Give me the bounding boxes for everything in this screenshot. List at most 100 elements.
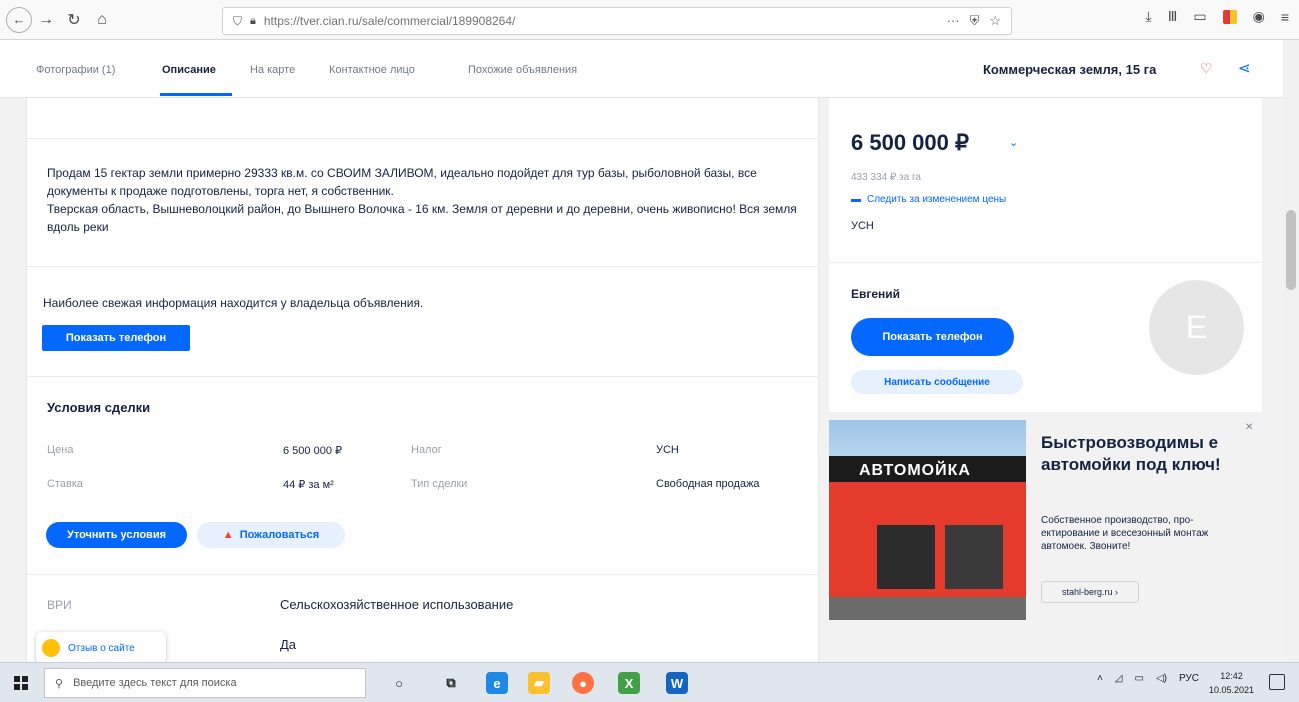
- active-tab-indicator: [160, 93, 232, 96]
- deal-terms-title: Условия сделки: [47, 400, 151, 415]
- windows-taskbar: ⚲ Введите здесь текст для поиска ○ ⧉ e ▰…: [0, 662, 1299, 702]
- search-placeholder: Введите здесь текст для поиска: [73, 677, 237, 689]
- feedback-label: Отзыв о сайте: [68, 642, 135, 654]
- show-phone-button-sidebar[interactable]: Показать телефон: [851, 318, 1014, 356]
- listing-main-card: Продам 15 гектар земли примерно 29333 кв…: [26, 98, 819, 662]
- volume-icon[interactable]: ◁): [1156, 673, 1167, 684]
- write-message-button[interactable]: Написать сообщение: [851, 370, 1023, 394]
- divider: [27, 138, 818, 139]
- contact-name: Евгений: [851, 287, 901, 301]
- tab-similar[interactable]: Похожие объявления: [468, 64, 577, 76]
- clock-date: 10.05.2021: [1208, 685, 1254, 695]
- firefox-icon[interactable]: ●: [572, 672, 594, 694]
- clock-time: 12:42: [1220, 671, 1243, 681]
- reload-button[interactable]: ↻: [60, 6, 88, 34]
- cortana-icon[interactable]: ○: [388, 672, 410, 694]
- address-bar[interactable]: ⛉ 🔒︎ https://tver.cian.ru/sale/commercia…: [222, 7, 1012, 35]
- file-explorer-icon[interactable]: ▰: [528, 672, 550, 694]
- home-button[interactable]: ⌂: [88, 6, 116, 34]
- download-icon[interactable]: ⤓: [1146, 8, 1152, 25]
- tab-description[interactable]: Описание: [162, 64, 216, 76]
- ad-door: [945, 525, 1003, 589]
- smiley-icon: [42, 639, 60, 657]
- pocket-icon[interactable]: ⛨: [970, 13, 980, 29]
- lock-icon: 🔒︎: [250, 14, 256, 27]
- extension-flag-icon[interactable]: [1222, 9, 1237, 24]
- sidebar-icon[interactable]: ▭: [1193, 8, 1206, 25]
- tab-contact[interactable]: Контактное лицо: [329, 64, 415, 76]
- battery-icon[interactable]: ▭: [1134, 673, 1143, 684]
- deal-rate-value: 44 ₽ за м²: [283, 479, 334, 491]
- divider: [27, 376, 818, 377]
- task-view-icon[interactable]: ⧉: [440, 672, 462, 694]
- library-icon[interactable]: Ⅲ: [1168, 8, 1178, 25]
- forward-button[interactable]: →: [32, 6, 60, 34]
- advertisement[interactable]: АВТОМОЙКА ✕ Быстровозводимы е автомойки …: [829, 420, 1262, 620]
- deal-type-label: Тип сделки: [411, 478, 468, 490]
- show-phone-button[interactable]: Показать телефон: [42, 325, 190, 351]
- complain-button[interactable]: ▲ Пожаловаться: [197, 522, 345, 548]
- ad-body: Собственное производство, про-ектировани…: [1041, 515, 1209, 552]
- edge-icon[interactable]: e: [486, 672, 508, 694]
- site-feedback-button[interactable]: Отзыв о сайте: [36, 632, 166, 664]
- follow-price-label: Следить за изменением цены: [867, 194, 1007, 205]
- ad-link-button[interactable]: stahl-berg.ru ›: [1041, 581, 1139, 603]
- windows-start-icon[interactable]: [14, 675, 28, 690]
- deal-tax-value: УСН: [656, 444, 679, 456]
- ad-image[interactable]: АВТОМОЙКА: [829, 420, 1026, 620]
- price-per-ha: 433 334 ₽ за га: [851, 172, 921, 183]
- menu-icon[interactable]: ≡: [1281, 9, 1289, 25]
- listing-title: Коммерческая земля, 15 га: [983, 62, 1157, 77]
- browser-toolbar: ← → ↻ ⌂ ⛉ 🔒︎ https://tver.cian.ru/sale/c…: [0, 0, 1299, 40]
- tax-value: УСН: [851, 220, 874, 232]
- chevron-up-icon[interactable]: ˄: [1097, 673, 1103, 684]
- home-icon: ⌂: [97, 10, 107, 28]
- back-icon: ←: [12, 12, 26, 27]
- excel-icon[interactable]: X: [618, 672, 640, 694]
- owner-info-text: Наиболее свежая информация находится у в…: [43, 296, 424, 310]
- url-text: https://tver.cian.ru/sale/commercial/189…: [263, 14, 516, 28]
- system-tray: ˄ ◿ ▭ ◁) РУС: [1097, 673, 1199, 684]
- deal-price-value: 6 500 000 ₽: [283, 445, 342, 457]
- chevron-down-icon[interactable]: ⌄: [1009, 136, 1018, 149]
- word-icon[interactable]: W: [666, 672, 688, 694]
- language-indicator[interactable]: РУС: [1179, 673, 1199, 684]
- page-scrollbar[interactable]: [1283, 40, 1299, 662]
- search-icon: ⚲: [55, 677, 64, 690]
- contact-card: Евгений Показать телефон Написать сообще…: [829, 262, 1262, 412]
- page-actions-icon[interactable]: ···: [947, 13, 960, 29]
- taskbar-clock[interactable]: 12:42 10.05.2021: [1209, 669, 1254, 697]
- ad-sign-text: АВТОМОЙКА: [859, 462, 971, 479]
- notification-icon[interactable]: [1269, 674, 1285, 690]
- scrollbar-thumb[interactable]: [1286, 210, 1296, 290]
- favorite-heart-icon[interactable]: ♡: [1200, 60, 1213, 77]
- back-button[interactable]: ←: [6, 6, 32, 33]
- vri-label: ВРИ: [47, 598, 72, 612]
- complain-label: Пожаловаться: [239, 529, 320, 541]
- tab-photos[interactable]: Фотографии (1): [36, 64, 115, 76]
- listing-description: Продам 15 гектар земли примерно 29333 кв…: [47, 166, 797, 234]
- listing-tab-nav: Фотографии (1) Описание На карте Контакт…: [0, 40, 1283, 98]
- price-card: 6 500 000 ₽ ⌄ 433 334 ₽ за га ▬ Следить …: [829, 98, 1262, 262]
- share-icon[interactable]: ⋖: [1238, 59, 1251, 77]
- ad-ground: [829, 597, 1026, 620]
- warning-icon: ▲: [222, 529, 234, 541]
- car-icon: ▬: [851, 194, 861, 205]
- divider: [27, 266, 818, 267]
- avatar: Е: [1149, 280, 1244, 375]
- follow-price-link[interactable]: ▬ Следить за изменением цены: [851, 194, 1006, 205]
- deal-tax-label: Налог: [411, 444, 442, 456]
- network-icon[interactable]: ◿: [1115, 673, 1123, 684]
- reload-icon: ↻: [67, 11, 81, 29]
- deal-price-label: Цена: [47, 444, 74, 456]
- bookmark-star-icon[interactable]: ☆: [989, 13, 1001, 29]
- deal-rate-label: Ставка: [47, 478, 83, 490]
- clarify-terms-button[interactable]: Уточнить условия: [46, 522, 187, 548]
- tab-map[interactable]: На карте: [250, 64, 295, 76]
- ad-headline[interactable]: Быстровозводимы е автомойки под ключ!: [1041, 432, 1256, 476]
- extension-icon[interactable]: ◉: [1253, 8, 1265, 25]
- price-value: 6 500 000 ₽: [851, 130, 969, 155]
- taskbar-search-input[interactable]: ⚲ Введите здесь текст для поиска: [44, 668, 366, 698]
- ad-door: [877, 525, 935, 589]
- shield-icon: ⛉: [233, 13, 243, 28]
